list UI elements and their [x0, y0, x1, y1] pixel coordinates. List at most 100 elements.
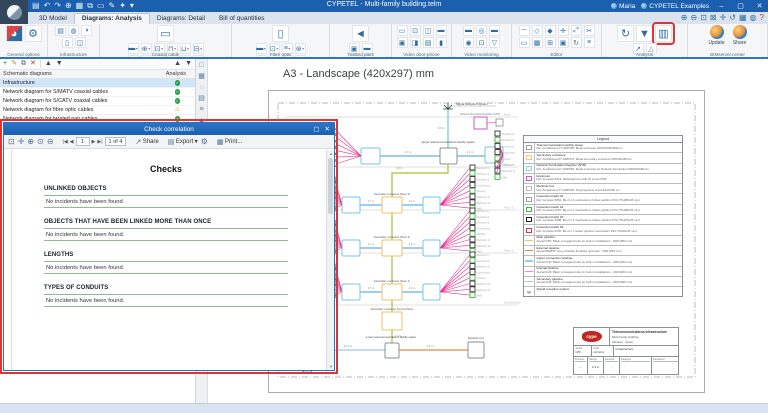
ribbon-icon-7-0-5[interactable]: ✂ — [584, 25, 595, 36]
tab-bill-of-quantities[interactable]: Bill of quantities — [212, 14, 272, 24]
close-button[interactable]: ✕ — [753, 2, 766, 10]
ribbon-icon-5-1-1[interactable]: ◨ — [410, 37, 421, 48]
view-report-icon[interactable]: ▤ — [198, 95, 205, 102]
scroll-down-icon[interactable]: ▼ — [327, 364, 334, 369]
ribbon-icon-7-1-2[interactable]: ⊞ — [545, 37, 556, 48]
zoom-in-icon[interactable]: ⊕ — [27, 137, 34, 146]
outlet-box[interactable] — [495, 174, 500, 179]
outlet-box[interactable] — [470, 194, 475, 199]
ribbon-icon-1-1-1[interactable]: ◫ — [75, 37, 86, 48]
update-button[interactable]: Update — [708, 25, 724, 46]
ribbon-icon-6-0-1[interactable]: ◎ — [476, 25, 487, 36]
ribbon-icon-6-1-1[interactable]: ⊡ — [476, 37, 487, 48]
cype-sphere-icon[interactable]: ◕ — [6, 25, 23, 42]
help-icon[interactable]: ? — [760, 13, 764, 22]
outlet-box[interactable] — [470, 231, 475, 236]
zoom-window-icon[interactable]: ⊡ — [700, 13, 707, 22]
dialog-close-button[interactable]: ✕ — [325, 125, 330, 133]
ribbon-icon-1-0-1[interactable]: ◍ — [68, 25, 79, 36]
sort-down-icon[interactable]: ▼ — [185, 60, 192, 68]
antenna-symbol[interactable] — [443, 103, 453, 109]
report-settings-icon[interactable]: ⚙ — [201, 137, 208, 146]
project-account[interactable]: CYPETEL Examples — [641, 3, 709, 10]
current-page-input[interactable]: 1 — [76, 137, 90, 146]
ribbon-icon-6-0-0[interactable]: ▬ — [463, 25, 474, 36]
outlet-box[interactable] — [470, 287, 475, 292]
outlet-box[interactable] — [470, 225, 475, 230]
diagram-list-item[interactable]: Infrastructure✓ — [0, 79, 195, 88]
ribbon-icon-5-0-1[interactable]: ⊡ — [410, 25, 421, 36]
dialog-maximize-button[interactable]: ▢ — [313, 125, 319, 133]
outlet-box[interactable] — [470, 281, 475, 286]
outlet-box[interactable] — [470, 220, 475, 225]
redraw-icon[interactable]: ▦ — [739, 13, 747, 22]
dialog-title-bar[interactable]: Check correlation ▢ ✕ — [4, 123, 334, 135]
tab-3d-model[interactable]: 3D Model — [32, 14, 74, 24]
ribbon-icon-1-0-2[interactable]: ◑ — [81, 25, 92, 36]
ribbon-icon-7-0-2[interactable]: ◆ — [545, 25, 556, 36]
next-page-button[interactable]: ▶ — [92, 139, 96, 145]
edit-icon[interactable]: ✎ — [11, 60, 17, 68]
secondary-enclosure-box[interactable] — [382, 240, 402, 256]
app-logo[interactable] — [0, 0, 28, 24]
general-settings-icon[interactable]: ⚙ — [25, 25, 42, 42]
connection-box[interactable] — [342, 240, 360, 256]
connection-box[interactable] — [361, 148, 380, 164]
outlet-box[interactable] — [470, 237, 475, 242]
tab-diagrams-detail[interactable]: Diagrams: Detail — [150, 14, 212, 24]
move-down-icon[interactable]: ▼ — [56, 60, 63, 68]
outlet-box[interactable] — [495, 156, 500, 161]
ribbon-icon-5-0-2[interactable]: ◫ — [423, 25, 434, 36]
outlet-box[interactable] — [470, 165, 475, 170]
outlet-box[interactable] — [470, 275, 475, 280]
move-up-icon[interactable]: ▲ — [45, 60, 52, 68]
coaxial-enclosure-icon[interactable]: ▭ — [157, 25, 174, 42]
zoom-actual-icon[interactable]: ⊙ — [37, 137, 44, 146]
pan-icon[interactable]: ✛ — [720, 13, 727, 22]
zoom-out-icon[interactable]: ⊖ — [690, 13, 697, 22]
connection-box[interactable] — [342, 284, 360, 300]
secondary-enclosure-box[interactable] — [382, 284, 402, 300]
export-button[interactable]: ▤Export ▾ — [168, 138, 198, 146]
zoom-out-icon[interactable]: ⊖ — [47, 137, 54, 146]
outlet-box[interactable] — [470, 264, 475, 269]
view-options-icon[interactable]: ◌ — [199, 84, 203, 91]
ribbon-icon-7-1-5[interactable]: ≡ — [584, 37, 595, 48]
outlet-box[interactable] — [470, 214, 475, 219]
outlet-box[interactable] — [470, 243, 475, 248]
dialog-scrollbar[interactable]: ▲ ▼ — [326, 150, 334, 370]
ribbon-icon-1-0-0[interactable]: ▤ — [55, 25, 66, 36]
minimize-button[interactable]: – — [715, 3, 728, 10]
connection-box[interactable] — [423, 284, 440, 300]
manhole-box[interactable] — [468, 342, 484, 358]
outlet-box[interactable] — [470, 269, 475, 274]
secondary-enclosure-box[interactable] — [382, 197, 402, 213]
analysis-filter-icon[interactable]: ▼ — [636, 25, 653, 42]
outlet-box[interactable] — [470, 208, 475, 213]
fibre-enclosure-icon[interactable]: ▯ — [272, 25, 289, 42]
diagram-list-item[interactable]: Network diagram for S/MATV coaxial cable… — [0, 88, 195, 97]
tab-diagrams-analysis[interactable]: Diagrams: Analysis — [74, 13, 150, 24]
fit-page-icon[interactable]: ⊡ — [8, 137, 15, 146]
view-grid-icon[interactable]: ▦ — [198, 73, 205, 80]
check-correlation-icon[interactable]: ▥ — [655, 25, 672, 42]
outlet-box[interactable] — [495, 137, 500, 142]
maximize-button[interactable]: ▢ — [734, 2, 747, 10]
add-icon[interactable]: + — [3, 60, 7, 68]
ribbon-icon-6-1-0[interactable]: ◉ — [463, 37, 474, 48]
ribbon-icon-5-1-3[interactable]: ▮ — [436, 37, 447, 48]
ribbon-icon-6-1-2[interactable]: ▽ — [489, 37, 500, 48]
diagram-list-item[interactable]: Network diagram for fibre optic cables⚠ — [0, 106, 195, 115]
outlet-box[interactable] — [470, 171, 475, 176]
first-page-button[interactable]: |◀ — [63, 139, 68, 145]
outlet-box[interactable] — [495, 150, 500, 155]
ribbon-icon-7-1-0[interactable]: ▭ — [519, 37, 530, 48]
outlet-box[interactable] — [470, 200, 475, 205]
ribbon-icon-1-1-0[interactable]: ▯ — [62, 37, 73, 48]
ribbon-icon-5-1-0[interactable]: ▣ — [397, 37, 408, 48]
view-list-icon[interactable]: ≡ — [199, 106, 203, 113]
zoom-in-icon[interactable]: ⊕ — [681, 13, 688, 22]
share-button[interactable]: ↗Share — [135, 138, 158, 146]
outlet-box[interactable] — [470, 188, 475, 193]
view-window-icon[interactable]: □ — [199, 62, 203, 69]
